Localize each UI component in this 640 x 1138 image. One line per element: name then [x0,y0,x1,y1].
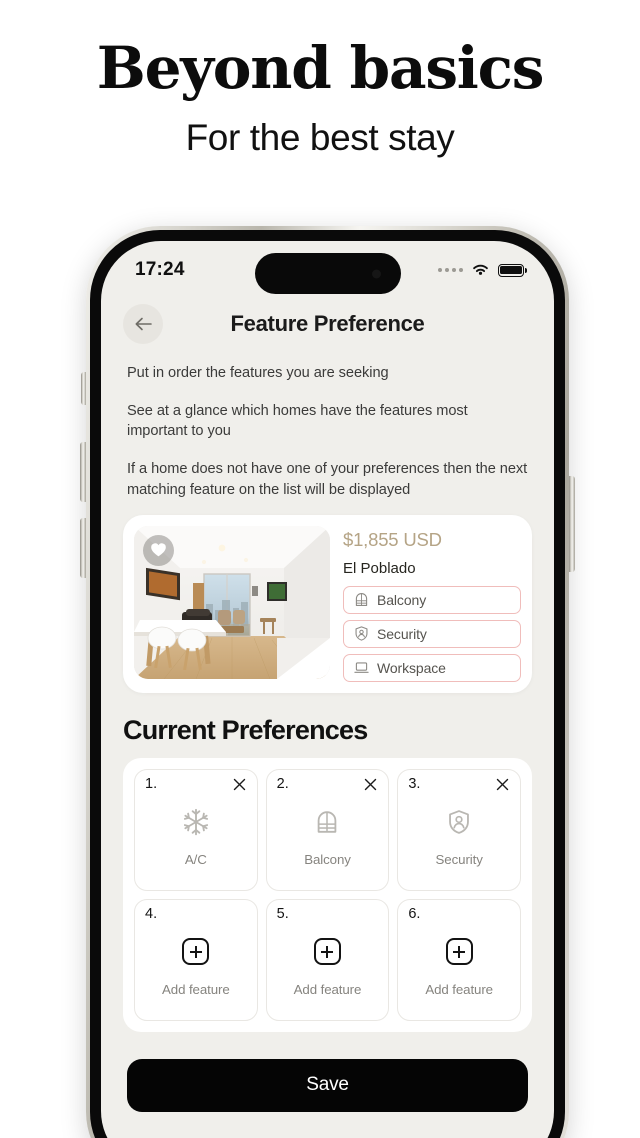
marketing-page: Beyond basics For the best stay 17:24 Fe… [0,0,640,1138]
phone-screen: 17:24 Feature Preference Put in order th… [101,241,554,1138]
preference-label: Add feature [425,981,493,997]
wifi-icon [473,264,488,275]
status-time: 17:24 [135,259,185,280]
preference-card-ac[interactable]: 1. A/C [134,768,258,891]
marketing-headline-block: Beyond basics For the best stay [0,38,640,159]
preference-card-empty-5[interactable]: 5. Add feature [265,898,390,1021]
front-camera-icon [371,269,381,278]
preference-index: 5. [276,905,289,922]
preference-label: A/C [184,851,207,867]
remove-preference-button[interactable] [494,776,511,793]
preference-label: Balcony [304,851,351,867]
laptop-icon [354,662,369,673]
preference-icon [313,805,341,839]
close-x-icon [233,778,245,790]
preference-icon [445,805,473,839]
balcony-window-icon [318,810,337,833]
plus-box-icon [313,938,341,966]
close-x-icon [365,778,377,790]
remove-preference-button[interactable] [231,776,248,793]
preference-label: Add feature [162,981,230,997]
intro-text-block: Put in order the features you are seekin… [101,349,554,501]
feature-pill-label: Workspace [377,659,446,676]
volume-down-button[interactable] [80,518,86,578]
shield-person-icon [449,809,470,834]
phone-bezel: 17:24 Feature Preference Put in order th… [90,230,565,1138]
preference-label: Add feature [293,981,362,997]
dynamic-island [254,253,401,294]
page-title: Feature Preference [230,311,425,336]
power-button[interactable] [569,476,575,572]
property-location: El Poblado [343,559,416,577]
shield-person-icon [355,626,368,641]
status-indicators [438,263,527,277]
signal-dots-icon [438,268,463,272]
add-feature-button[interactable] [313,935,341,969]
back-button[interactable] [123,304,163,344]
property-photo [134,525,330,679]
arrow-left-icon [135,317,152,331]
favorite-button[interactable] [143,534,174,566]
feature-pill-security[interactable]: Security [343,619,521,648]
headline: Beyond basics [96,34,545,102]
snowflake-icon [183,808,208,835]
preference-card-empty-4[interactable]: 4. Add feature [134,898,258,1021]
app-header: Feature Preference [101,293,554,349]
property-card[interactable]: $1,855 USD El Poblado Balcony Security W… [123,514,532,693]
preference-icon [181,805,211,839]
preference-index: 4. [145,905,158,922]
preference-index: 3. [408,775,421,792]
preference-index: 2. [276,775,289,792]
silence-switch[interactable] [81,372,86,405]
add-feature-button[interactable] [182,935,210,969]
intro-paragraph-3: If a home does not have one of your pref… [127,461,528,498]
close-x-icon [496,778,509,790]
preferences-grid: 1. A/C 2. Balcony 3. Security 4. Add fea… [123,757,532,1032]
intro-paragraph-1: Put in order the features you are seekin… [127,365,389,381]
plus-box-icon [445,938,473,966]
property-details: $1,855 USD El Poblado Balcony Security W… [343,526,521,682]
heart-icon [151,543,166,557]
status-bar: 17:24 [101,241,554,294]
feature-pill-balcony[interactable]: Balcony [343,585,521,614]
battery-full-icon [498,263,527,277]
intro-paragraph-2: See at a glance which homes have the fea… [127,402,468,440]
preference-index: 1. [145,775,158,792]
subheadline: For the best stay [185,116,455,158]
phone-device-frame: 17:24 Feature Preference Put in order th… [80,226,575,1138]
preference-card-security[interactable]: 3. Security [397,768,521,891]
preference-card-balcony[interactable]: 2. Balcony [265,768,390,891]
save-button[interactable]: Save [127,1058,528,1112]
plus-box-icon [182,938,210,966]
feature-pill-label: Balcony [377,591,427,608]
volume-up-button[interactable] [80,442,86,502]
section-title-current-preferences: Current Preferences [123,714,368,745]
add-feature-button[interactable] [445,935,473,969]
property-price: $1,855 USD [343,528,442,550]
preference-card-empty-6[interactable]: 6. Add feature [397,898,521,1021]
preference-label: Security [435,851,483,867]
preference-index: 6. [408,905,421,922]
feature-pill-label: Security [377,625,427,642]
balcony-window-icon [355,593,368,607]
remove-preference-button[interactable] [362,776,379,793]
feature-pill-workspace[interactable]: Workspace [343,653,521,682]
